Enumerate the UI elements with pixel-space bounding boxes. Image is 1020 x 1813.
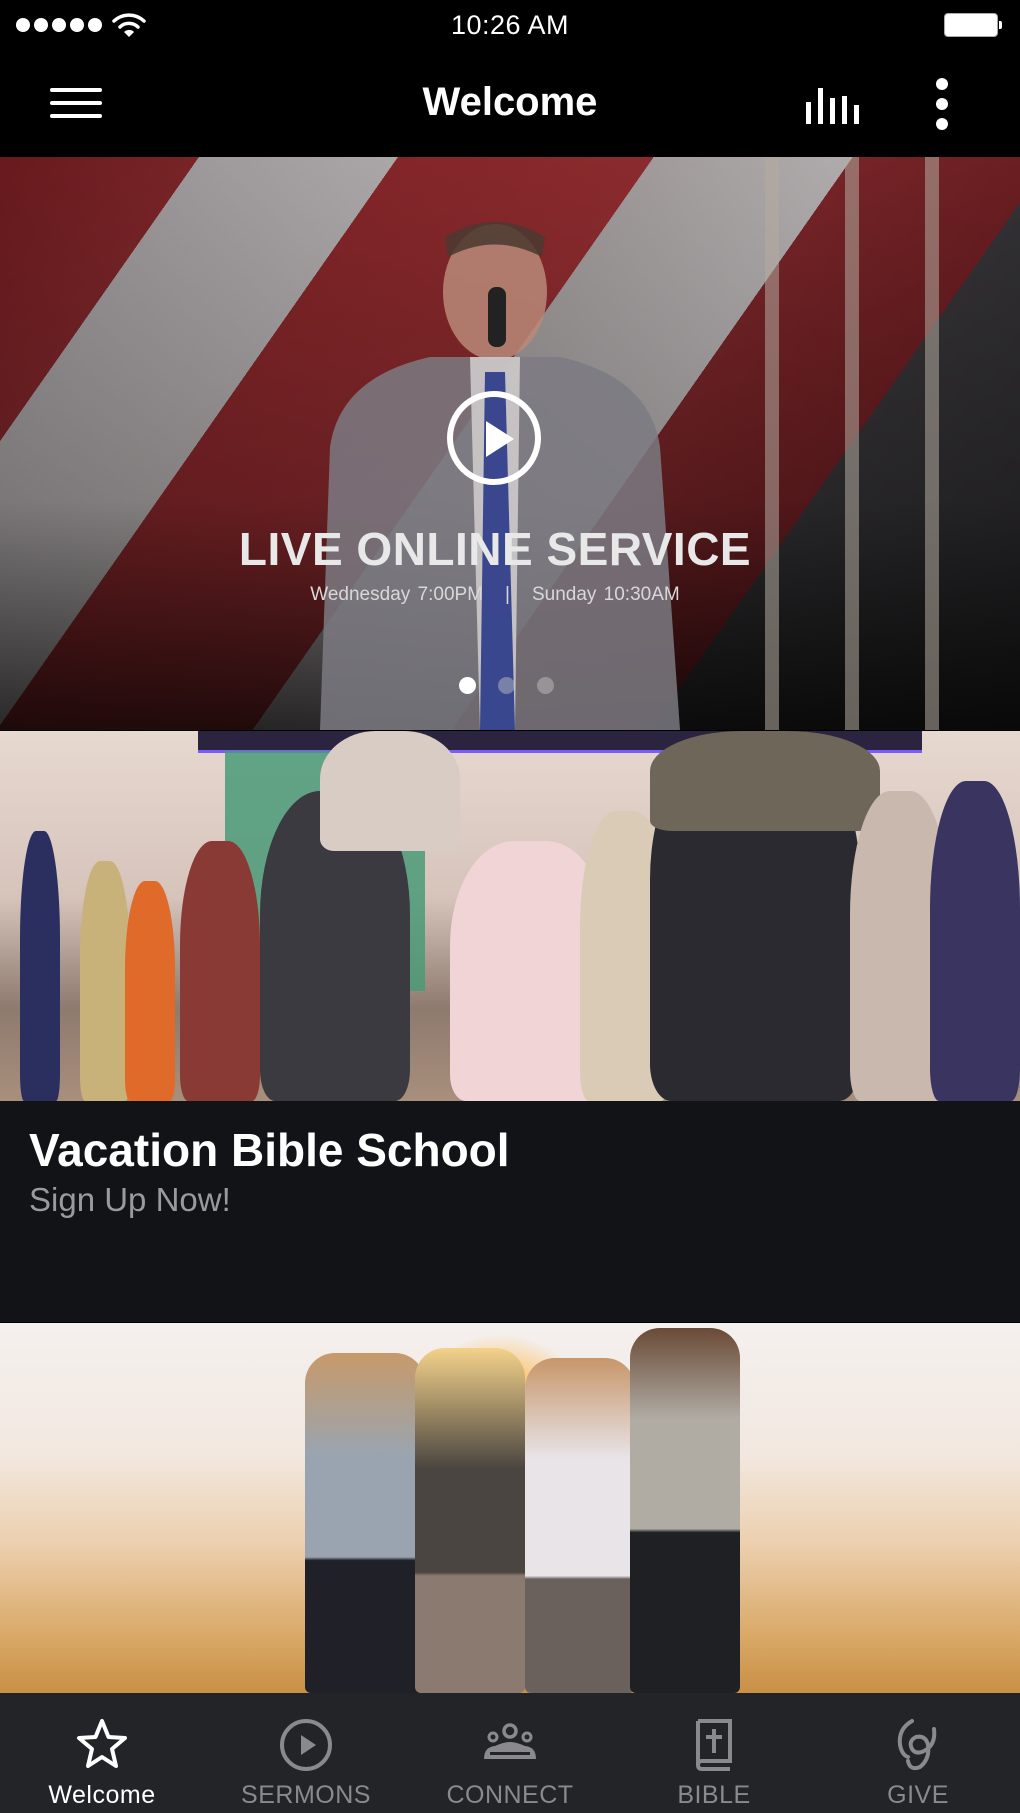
hero-carousel[interactable]: LIVE ONLINE SERVICE Wednesday 7:00PM | Sun… [0, 157, 1020, 730]
person-figure [525, 1358, 635, 1693]
carousel-dot-2[interactable] [498, 677, 515, 694]
vbs-card-image[interactable] [0, 731, 1020, 1101]
tab-sermons[interactable]: SERMONS [204, 1693, 408, 1813]
tab-label: CONNECT [446, 1781, 574, 1809]
hero-title: LIVE ONLINE SERVICE [238, 523, 752, 575]
tab-label: Welcome [48, 1781, 156, 1809]
play-circle-icon [280, 1719, 332, 1771]
person-figure [415, 1348, 525, 1693]
kid-figure [180, 841, 260, 1101]
stage-truss-image [745, 157, 965, 730]
kid-figure [125, 881, 175, 1101]
tab-connect[interactable]: CONNECT [408, 1693, 612, 1813]
status-time: 10:26 AM [450, 10, 570, 40]
audio-bars-icon[interactable] [802, 80, 864, 130]
page-title: Welcome [422, 80, 598, 124]
kid-figure [650, 731, 880, 831]
carousel-dot-3[interactable] [537, 677, 554, 694]
carousel-indicator [459, 677, 554, 694]
tab-bible[interactable]: BIBLE [612, 1693, 816, 1813]
battery-icon [944, 13, 1002, 37]
hero-service-times: Wednesday 7:00PM | Sunday 10:30AM [0, 584, 990, 606]
tab-give[interactable]: GIVE [816, 1693, 1020, 1813]
tab-label: SERMONS [241, 1781, 371, 1809]
carousel-dot-1[interactable] [459, 677, 476, 694]
tab-label: GIVE [887, 1781, 949, 1809]
play-circle-icon[interactable] [447, 391, 541, 485]
bottom-tab-bar: Welcome SERMONS CONNECT BIBLE GIVE [0, 1693, 1020, 1813]
bible-icon [695, 1719, 732, 1771]
service-time-sunday: Sunday 10:30AM [531, 584, 680, 605]
navigation-bar: Welcome [0, 50, 1020, 157]
tab-label: BIBLE [677, 1781, 751, 1809]
connect-card-image[interactable] [0, 1323, 1020, 1693]
star-icon [77, 1719, 127, 1768]
tab-welcome[interactable]: Welcome [0, 1693, 204, 1813]
give-hand-icon [897, 1719, 937, 1771]
card-subtitle: Sign Up Now! [29, 1181, 231, 1218]
person-figure [305, 1353, 425, 1693]
service-time-wednesday: Wednesday 7:00PM [310, 584, 484, 605]
kid-figure [20, 831, 60, 1101]
kid-figure [320, 731, 460, 851]
status-bar: 10:26 AM [0, 0, 1020, 50]
group-icon [484, 1723, 536, 1759]
vbs-card[interactable]: Vacation Bible School Sign Up Now! [0, 1101, 1020, 1322]
kid-figure [80, 861, 130, 1101]
person-figure [630, 1328, 740, 1693]
card-title: Vacation Bible School [29, 1124, 510, 1176]
separator: | [505, 584, 510, 605]
kid-figure [930, 781, 1020, 1101]
more-options-button[interactable] [930, 76, 954, 132]
